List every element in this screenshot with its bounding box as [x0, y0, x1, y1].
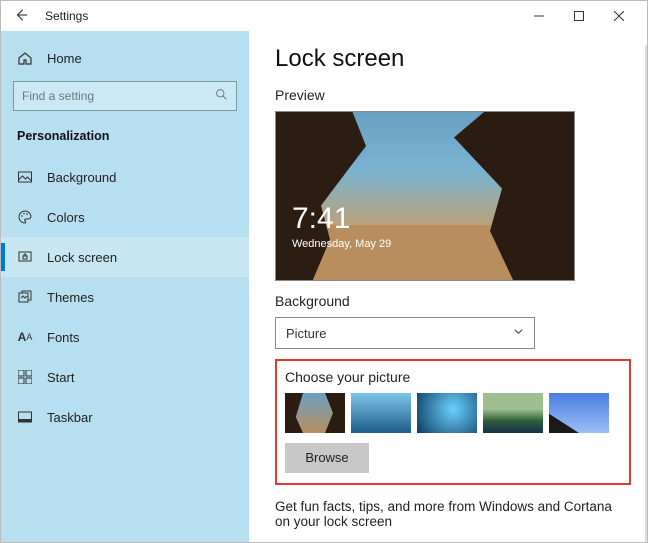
- search-input[interactable]: Find a setting: [13, 81, 237, 111]
- sidebar-item-start[interactable]: Start: [1, 357, 249, 397]
- preview-clock: 7:41 Wednesday, May 29: [292, 202, 391, 250]
- palette-icon: [17, 209, 33, 225]
- home-label: Home: [47, 51, 82, 66]
- titlebar: Settings: [1, 1, 647, 31]
- app-title: Settings: [45, 9, 88, 23]
- home-icon: [17, 50, 33, 66]
- nav-label: Background: [47, 170, 116, 185]
- sidebar-item-lock-screen[interactable]: Lock screen: [1, 237, 249, 277]
- chevron-down-icon: [513, 326, 524, 340]
- background-label: Background: [275, 293, 627, 309]
- nav-label: Start: [47, 370, 74, 385]
- preview-date: Wednesday, May 29: [292, 238, 391, 250]
- tip-text: Get fun facts, tips, and more from Windo…: [275, 499, 625, 529]
- preview-label: Preview: [275, 87, 627, 103]
- sidebar-item-taskbar[interactable]: Taskbar: [1, 397, 249, 437]
- picture-thumbnail[interactable]: [285, 393, 345, 433]
- page-title: Lock screen: [275, 45, 627, 73]
- main-content: Lock screen Preview 7:41 Wednesday, May …: [249, 31, 647, 542]
- preview-time: 7:41: [292, 202, 391, 236]
- sidebar-item-themes[interactable]: Themes: [1, 277, 249, 317]
- picture-thumbnail[interactable]: [351, 393, 411, 433]
- picture-thumbnail[interactable]: [549, 393, 609, 433]
- picture-thumbnail[interactable]: [417, 393, 477, 433]
- browse-button[interactable]: Browse: [285, 443, 369, 473]
- close-button[interactable]: [599, 1, 639, 31]
- lock-screen-preview: 7:41 Wednesday, May 29: [275, 111, 575, 281]
- nav-label: Colors: [47, 210, 85, 225]
- picture-thumbnail[interactable]: [483, 393, 543, 433]
- nav-label: Themes: [47, 290, 94, 305]
- fonts-icon: AA: [17, 329, 33, 345]
- maximize-button[interactable]: [559, 1, 599, 31]
- background-value: Picture: [286, 326, 326, 341]
- nav-label: Lock screen: [47, 250, 117, 265]
- themes-icon: [17, 289, 33, 305]
- sidebar-item-fonts[interactable]: AA Fonts: [1, 317, 249, 357]
- sidebar-item-background[interactable]: Background: [1, 157, 249, 197]
- taskbar-icon: [17, 409, 33, 425]
- picture-icon: [17, 169, 33, 185]
- start-icon: [17, 369, 33, 385]
- choose-picture-label: Choose your picture: [285, 369, 621, 385]
- search-icon: [215, 88, 228, 104]
- category-heading: Personalization: [1, 125, 249, 157]
- nav-label: Fonts: [47, 330, 80, 345]
- sidebar-item-colors[interactable]: Colors: [1, 197, 249, 237]
- lock-screen-icon: [17, 249, 33, 265]
- background-dropdown[interactable]: Picture: [275, 317, 535, 349]
- sidebar: Home Find a setting Personalization Back…: [1, 31, 249, 542]
- minimize-button[interactable]: [519, 1, 559, 31]
- search-placeholder: Find a setting: [22, 89, 94, 103]
- home-link[interactable]: Home: [1, 41, 249, 75]
- back-button[interactable]: [9, 8, 33, 25]
- nav-label: Taskbar: [47, 410, 93, 425]
- choose-picture-section: Choose your picture Browse: [275, 359, 631, 485]
